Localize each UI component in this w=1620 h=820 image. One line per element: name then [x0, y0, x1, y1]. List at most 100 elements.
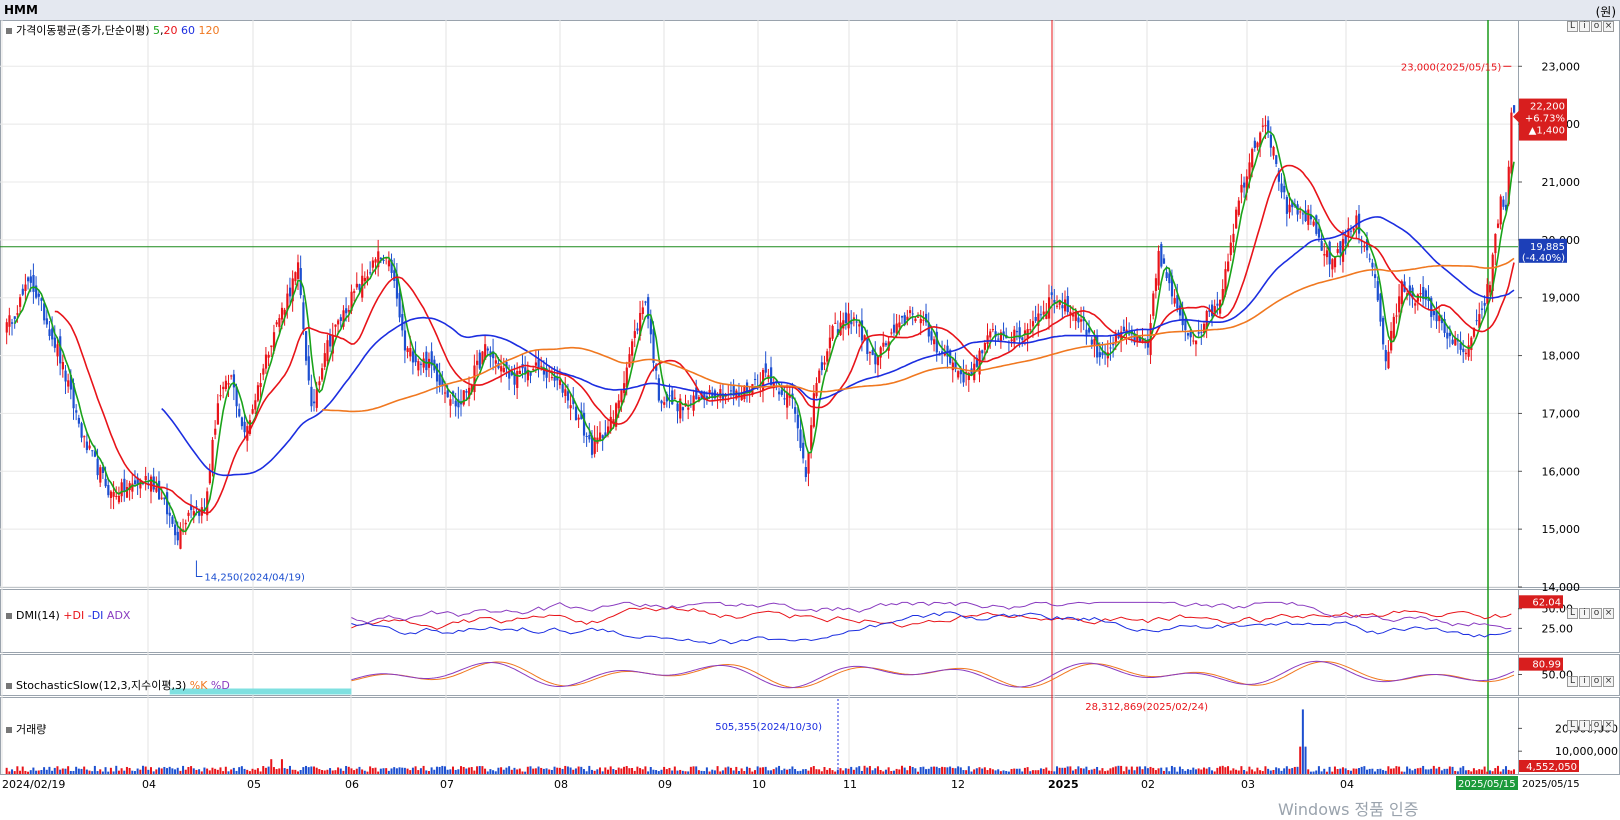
volume-bar: [1309, 771, 1312, 774]
volume-bar: [815, 769, 818, 774]
candle-body: [858, 324, 861, 327]
volume-bar: [1256, 767, 1259, 774]
candle-body: [11, 322, 14, 324]
volume-indicator-name: 거래량: [16, 723, 47, 736]
panel-close-icon[interactable]: ×: [1603, 608, 1614, 619]
high-price-annotation: 23,000(2025/05/15): [1401, 62, 1502, 73]
volume-bar: [1275, 767, 1278, 774]
candle-body: [91, 450, 94, 452]
volume-bar: [676, 770, 679, 774]
volume-bar: [1109, 768, 1112, 774]
volume-bar: [1403, 771, 1406, 774]
dmi-panel-controls[interactable]: Li o ×: [1566, 608, 1614, 619]
panel-close-icon[interactable]: ×: [1603, 21, 1614, 32]
volume-bar: [96, 771, 99, 774]
volume-bar: [374, 767, 377, 774]
volume-bar: [187, 766, 190, 774]
volume-bar: [21, 766, 24, 774]
candle-body: [1098, 352, 1101, 358]
volume-bar: [778, 765, 781, 774]
volume-bar: [465, 768, 468, 774]
volume-bar: [652, 769, 655, 774]
panel-info-icon[interactable]: i: [1579, 720, 1590, 731]
panel-settings-icon[interactable]: L: [1567, 676, 1578, 687]
candle-body: [818, 370, 821, 383]
volume-bar: [294, 769, 297, 774]
volume-bar: [1438, 766, 1441, 774]
stoch-panel-controls[interactable]: Li o ×: [1566, 676, 1614, 687]
candle-body: [1128, 334, 1131, 336]
volume-bar: [377, 771, 380, 774]
panel-settings-icon[interactable]: L: [1567, 720, 1578, 731]
volume-bar: [246, 769, 249, 774]
volume-bar: [550, 769, 553, 774]
volume-bar: [1435, 768, 1438, 774]
candle-body: [1496, 223, 1500, 228]
panel-info-icon[interactable]: i: [1579, 21, 1590, 32]
volume-bar: [45, 769, 48, 774]
volume-bar: [1125, 766, 1128, 774]
volume-panel-controls[interactable]: Li o ×: [1566, 720, 1614, 731]
candle-body: [1034, 316, 1037, 321]
volume-bar: [598, 767, 601, 774]
stock-chart[interactable]: 2024/02/19 04 05 06 07 08 09 10 11 12 2025 02 03 04 23…: [0, 20, 1620, 814]
panel-close-icon[interactable]: ×: [1603, 720, 1614, 731]
candle-body: [673, 397, 677, 399]
volume-bar: [1122, 771, 1125, 774]
volume-bar: [649, 766, 652, 774]
volume-bar: [1264, 766, 1267, 774]
volume-bar: [40, 769, 43, 774]
x-axis-label: 11: [843, 778, 857, 791]
volume-bar: [1293, 766, 1296, 774]
volume-bar: [732, 770, 735, 774]
volume-bar: [120, 768, 123, 774]
volume-bar: [1464, 770, 1467, 774]
volume-bar: [858, 766, 861, 774]
panel-settings-icon[interactable]: L: [1567, 608, 1578, 619]
candle-body: [1384, 349, 1387, 362]
panel-info-icon[interactable]: i: [1579, 608, 1590, 619]
volume-bar: [152, 771, 155, 774]
volume-bar: [949, 766, 952, 774]
panel-move-icon[interactable]: o: [1591, 720, 1602, 731]
candle-body: [37, 293, 40, 297]
volume-bar: [83, 766, 86, 774]
volume-bar: [860, 770, 863, 774]
panel-move-icon[interactable]: o: [1591, 608, 1602, 619]
volume-bar: [350, 768, 353, 774]
volume-bar: [29, 770, 32, 774]
panel-close-icon[interactable]: ×: [1603, 676, 1614, 687]
candle-body: [275, 322, 278, 325]
volume-bar: [422, 765, 425, 774]
volume-bar: [724, 767, 727, 774]
volume-bar: [184, 769, 187, 774]
panel-move-icon[interactable]: o: [1591, 676, 1602, 687]
volume-bar: [1430, 768, 1433, 774]
volume-bar: [863, 765, 866, 774]
volume-bar: [342, 770, 345, 774]
volume-bar: [1098, 770, 1101, 774]
volume-bar: [823, 767, 826, 774]
panel-info-icon[interactable]: i: [1579, 676, 1590, 687]
candle-body: [1267, 120, 1270, 132]
candle-body: [799, 429, 802, 448]
panel-settings-icon[interactable]: L: [1567, 21, 1578, 32]
candle-body: [919, 318, 922, 324]
volume-bar: [1411, 770, 1414, 774]
panel-move-icon[interactable]: o: [1591, 21, 1602, 32]
volume-bar: [299, 770, 302, 774]
candle-body: [227, 383, 230, 385]
volume-bar: [834, 771, 837, 774]
candle-body: [158, 480, 161, 500]
volume-bar: [1224, 767, 1227, 774]
volume-bar: [1245, 771, 1248, 774]
volume-bar: [56, 766, 59, 774]
volume-bar: [1349, 770, 1352, 774]
volume-bar: [1066, 766, 1069, 774]
volume-bar: [232, 767, 235, 774]
volume-bar: [558, 767, 561, 774]
volume-bar: [1344, 768, 1347, 774]
price-panel-controls[interactable]: Li o ×: [1566, 21, 1614, 32]
volume-bar: [1280, 770, 1283, 774]
volume-bar: [1055, 766, 1058, 774]
